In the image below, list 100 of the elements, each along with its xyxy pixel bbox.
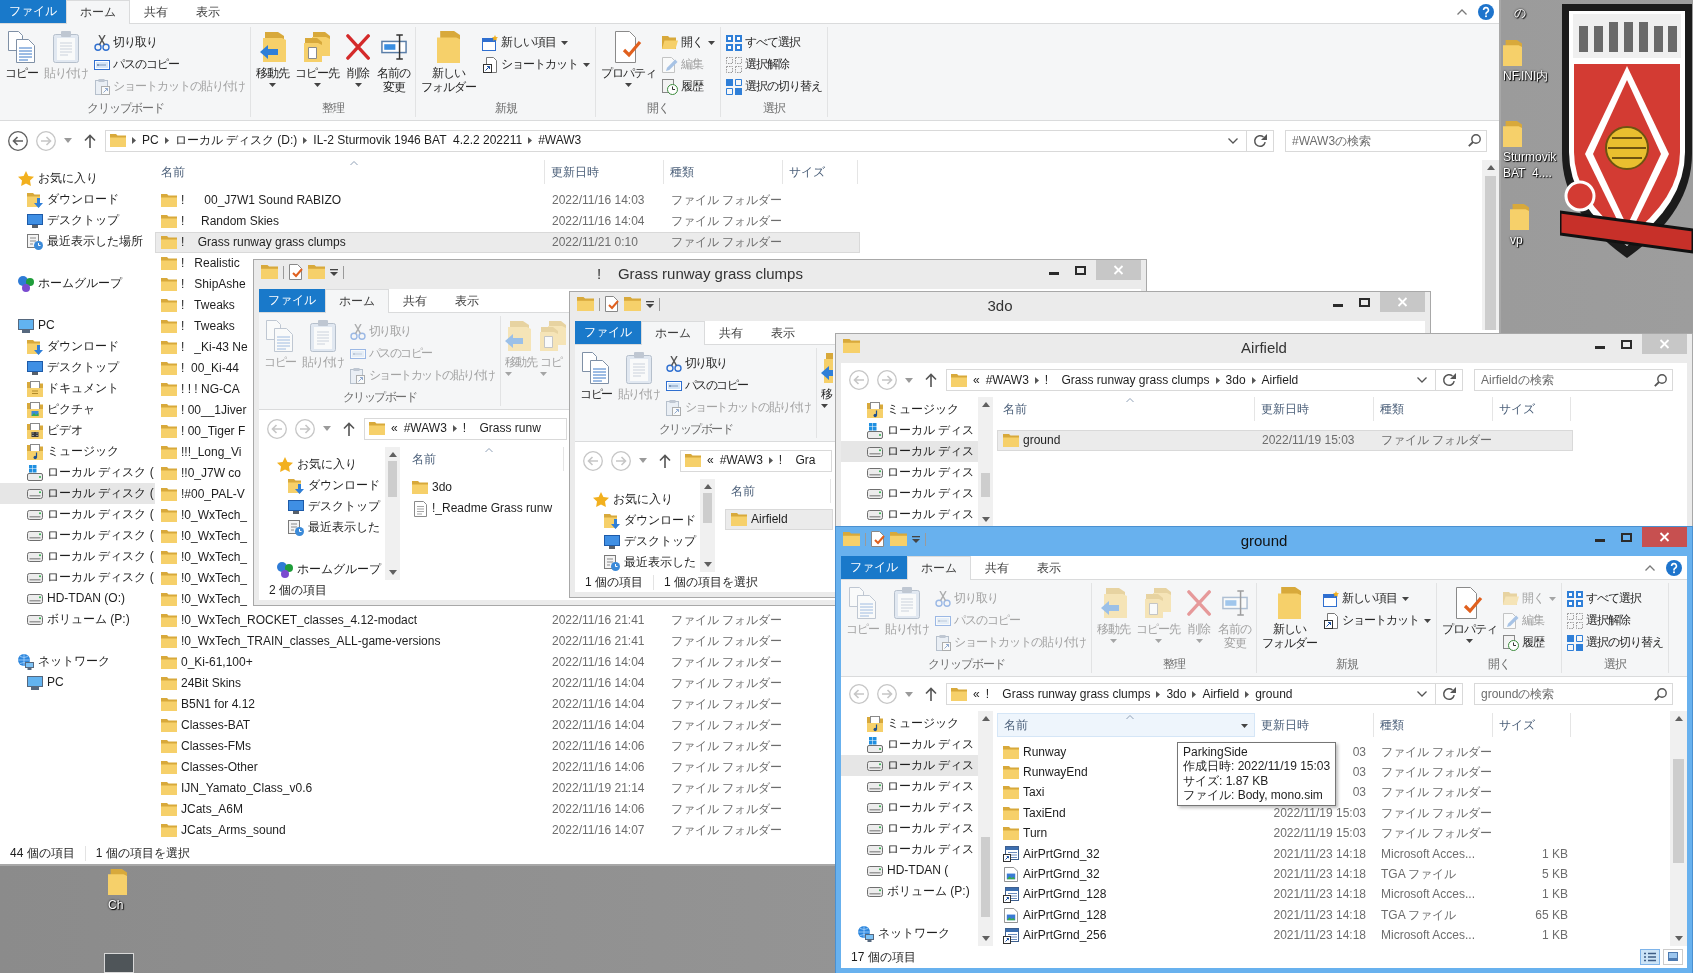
caret-down-icon[interactable]: [981, 936, 990, 941]
photo-placeholder[interactable]: [104, 953, 134, 973]
triangle-right-icon[interactable]: [1251, 376, 1256, 384]
scrollbar[interactable]: [1670, 711, 1687, 946]
caret-down-icon[interactable]: [388, 570, 397, 575]
nav-item[interactable]: 最近表示した: [259, 517, 385, 538]
column-header[interactable]: 更新日時: [1255, 713, 1374, 737]
breadcrumb-segment[interactable]: IL-2 Sturmovik 1946 BAT 4.2.2 202211: [313, 133, 523, 148]
maximize-icon[interactable]: [1621, 533, 1632, 542]
nav-item[interactable]: ダウンロード: [259, 475, 385, 496]
breadcrumb-segment[interactable]: #WAW3: [538, 133, 582, 148]
breadcrumb-overflow[interactable]: «: [391, 421, 398, 436]
nav-item[interactable]: ローカル ディス: [841, 818, 978, 839]
ribbon-button[interactable]: 新しい フォルダー: [1260, 583, 1319, 657]
breadcrumb-overflow[interactable]: «: [707, 453, 714, 468]
nav-item[interactable]: ローカル ディス: [841, 755, 978, 776]
column-header[interactable]: 種類: [1374, 397, 1493, 421]
triangle-right-icon[interactable]: [1156, 690, 1161, 698]
address-bar[interactable]: « #WAW3 ! Gra: [680, 449, 832, 472]
caret-up-icon[interactable]: [703, 484, 712, 489]
nav-item[interactable]: ピクチャ: [0, 399, 155, 420]
nav-item[interactable]: ミュージック: [841, 399, 978, 420]
breadcrumb-segment[interactable]: 3do: [1166, 686, 1187, 702]
up-arrow-icon[interactable]: [925, 373, 937, 387]
column-header[interactable]: 種類: [1374, 713, 1493, 737]
chevron-down-icon[interactable]: [1228, 137, 1238, 144]
ribbon-button[interactable]: コピー先: [293, 27, 341, 101]
ribbon-button[interactable]: コピー: [578, 348, 614, 422]
file-tab[interactable]: ファイル: [259, 289, 325, 312]
scroll-thumb[interactable]: [981, 473, 990, 497]
large-icons-view-icon[interactable]: [1663, 949, 1683, 965]
file-row[interactable]: Airfield: [725, 509, 833, 530]
address-bar[interactable]: PC ローカル ディスク (D:) IL-2 Sturmovik 1946 BAT 4.2.2 202211 #WAW3: [105, 129, 1274, 152]
ribbon-button[interactable]: すべて選択: [1565, 588, 1665, 609]
breadcrumb-segment[interactable]: #WAW3: [985, 372, 1029, 388]
scroll-thumb[interactable]: [1485, 176, 1496, 330]
ribbon-button[interactable]: 履歴: [660, 76, 717, 97]
search-field[interactable]: groundの検索: [1474, 683, 1673, 705]
breadcrumb-segment[interactable]: Airfield: [1202, 686, 1240, 702]
nav-item[interactable]: ローカル ディス: [841, 420, 978, 441]
ribbon-tab[interactable]: ホーム: [641, 321, 705, 345]
triangle-right-icon[interactable]: [1192, 690, 1197, 698]
ribbon-button[interactable]: 選択の切り替え: [724, 76, 824, 97]
maximize-icon[interactable]: [1075, 266, 1086, 275]
chevron-down-icon[interactable]: [1417, 691, 1427, 697]
breadcrumb-segment[interactable]: #WAW3: [719, 453, 763, 468]
scroll-thumb[interactable]: [703, 493, 712, 523]
ribbon-button[interactable]: すべて選択: [724, 32, 824, 53]
ribbon-tab[interactable]: 共有: [389, 289, 441, 312]
caret-down-icon[interactable]: [1674, 936, 1683, 941]
nav-item[interactable]: ローカル ディスク (: [0, 525, 155, 546]
dropdown-icon[interactable]: [330, 268, 339, 276]
nav-item[interactable]: ネットワーク: [841, 923, 978, 944]
breadcrumb-segment[interactable]: 3do: [1225, 372, 1246, 388]
caret-up-icon[interactable]: [981, 716, 990, 721]
nav-item[interactable]: ローカル ディス: [841, 504, 978, 525]
dropdown-icon[interactable]: [912, 535, 921, 543]
nav-item[interactable]: ミュージック: [0, 441, 155, 462]
caret-up-icon[interactable]: [1457, 8, 1467, 15]
column-header[interactable]: 名前: [997, 397, 1255, 421]
triangle-right-icon[interactable]: [452, 425, 457, 432]
nav-item[interactable]: ローカル ディス: [841, 797, 978, 818]
address-bar[interactable]: « #WAW3 ! Grass runway grass clumps 3do Airfield: [946, 369, 1463, 391]
nav-item[interactable]: HD-TDAN (: [841, 860, 978, 881]
caret-up-icon[interactable]: [1645, 564, 1655, 571]
triangle-right-icon[interactable]: [1215, 376, 1220, 384]
nav-item[interactable]: ローカル ディス: [841, 776, 978, 797]
nav-item[interactable]: お気に入り: [259, 454, 385, 475]
triangle-right-icon[interactable]: [1034, 376, 1039, 384]
ribbon-button[interactable]: 開く: [660, 32, 717, 53]
scrollbar[interactable]: [1482, 160, 1499, 330]
ribbon-button[interactable]: 履歴: [1501, 632, 1558, 653]
ribbon-button[interactable]: 新しい項目: [480, 32, 592, 53]
ribbon-tab[interactable]: 共有: [705, 321, 757, 344]
caret-down-icon[interactable]: [1241, 724, 1248, 728]
nav-item[interactable]: HD-TDAN (O:): [0, 588, 155, 609]
nav-item[interactable]: ネットワーク: [0, 651, 155, 672]
scroll-thumb[interactable]: [981, 837, 990, 917]
ribbon-tab[interactable]: 共有: [130, 0, 182, 23]
triangle-right-icon[interactable]: [132, 137, 136, 144]
breadcrumb-segment[interactable]: Airfield: [1261, 372, 1299, 388]
ribbon-button[interactable]: プロパティ: [599, 27, 658, 101]
up-arrow-icon[interactable]: [343, 421, 355, 436]
column-header[interactable]: 更新日時: [545, 160, 664, 184]
nav-item[interactable]: ローカル ディスク (: [0, 504, 155, 525]
nav-item[interactable]: ローカル ディス: [841, 441, 978, 462]
caret-down-icon[interactable]: [981, 517, 990, 522]
ribbon-button[interactable]: 切り取り: [92, 32, 247, 53]
nav-item[interactable]: ボリューム (P:): [841, 881, 978, 902]
breadcrumb-segment[interactable]: #WAW3: [403, 421, 447, 436]
ribbon-button[interactable]: ショートカット: [1321, 610, 1433, 631]
search-field[interactable]: #WAW3の検索: [1285, 129, 1487, 152]
nav-item[interactable]: ローカル ディス: [841, 483, 978, 504]
search-field[interactable]: Airfieldの検索: [1474, 369, 1673, 391]
ribbon-tab[interactable]: 共有: [971, 556, 1023, 579]
nav-item[interactable]: ダウンロード: [0, 189, 155, 210]
ribbon-tab[interactable]: 表示: [441, 289, 493, 312]
nav-item[interactable]: デスクトップ: [0, 357, 155, 378]
triangle-right-icon[interactable]: [164, 137, 169, 144]
scrollbar[interactable]: [700, 479, 715, 572]
